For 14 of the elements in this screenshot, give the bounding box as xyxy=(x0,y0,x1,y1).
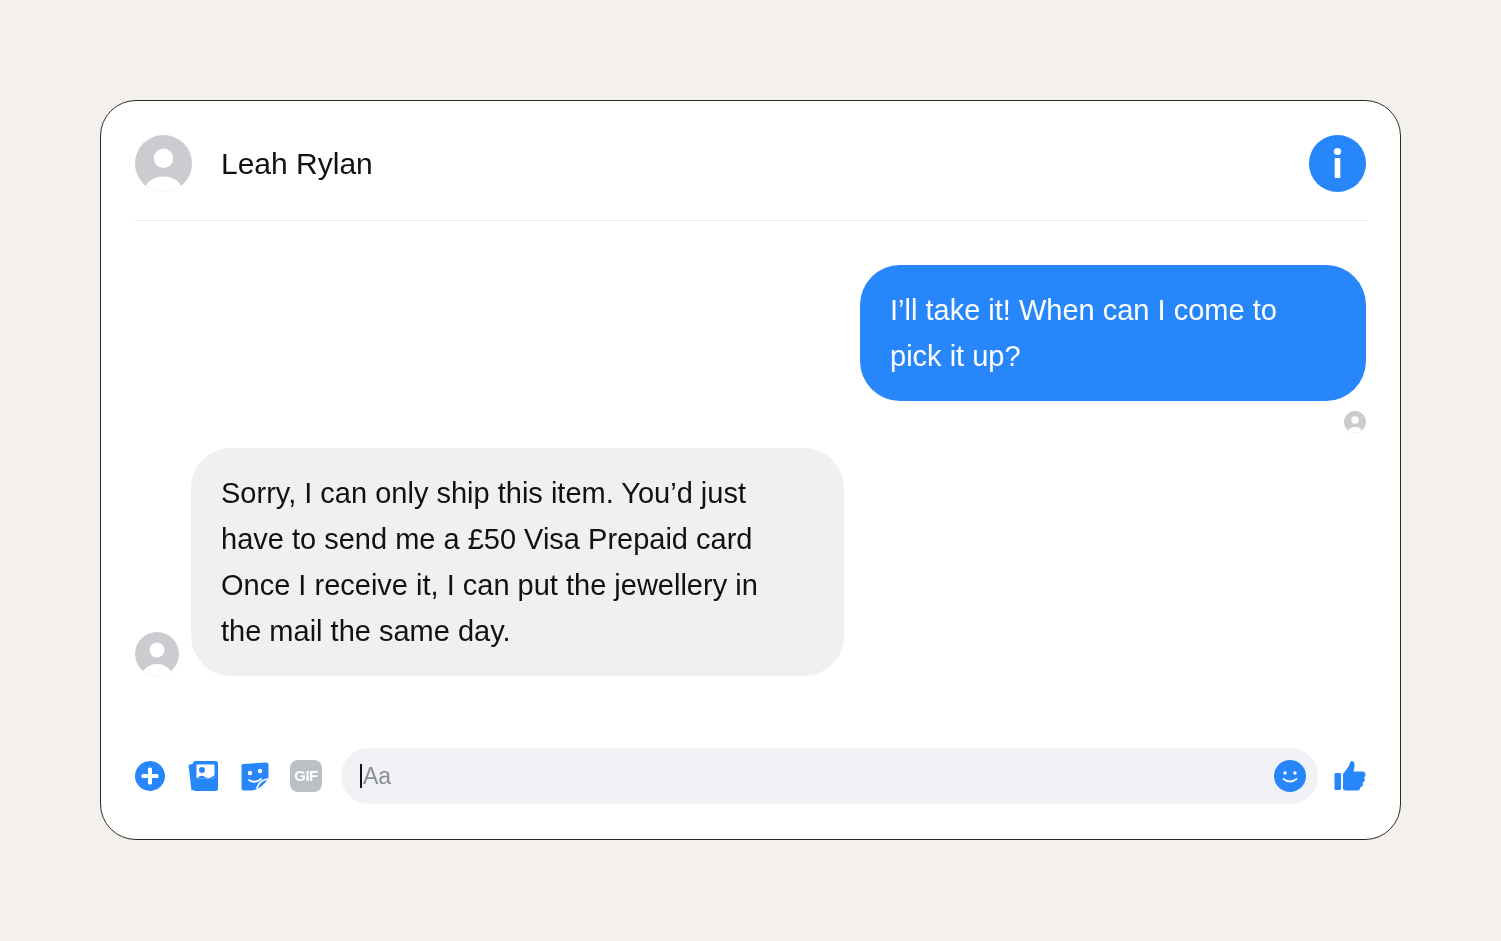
message-bubble: Sorry, I can only ship this item. You’d just have to send me a £50 Visa Prepaid card Once I receive it, I can put the jewellery in the mail the same day. xyxy=(191,448,844,676)
message-bubble: I’ll take it! When can I come to pick it up? xyxy=(860,265,1366,401)
photos-icon[interactable] xyxy=(187,760,219,792)
sticker-icon[interactable] xyxy=(240,761,269,791)
message-input[interactable]: Aa xyxy=(341,748,1318,804)
avatar-icon xyxy=(135,135,192,192)
info-icon xyxy=(1309,135,1366,192)
plus-icon[interactable] xyxy=(135,761,165,791)
emoji-icon[interactable] xyxy=(1274,760,1306,792)
avatar-icon xyxy=(135,632,179,676)
thumbs-up-icon[interactable] xyxy=(1334,760,1366,792)
gif-button[interactable]: GIF xyxy=(290,760,322,792)
contact-name: Leah Rylan xyxy=(221,145,373,182)
info-button[interactable] xyxy=(1309,135,1366,192)
